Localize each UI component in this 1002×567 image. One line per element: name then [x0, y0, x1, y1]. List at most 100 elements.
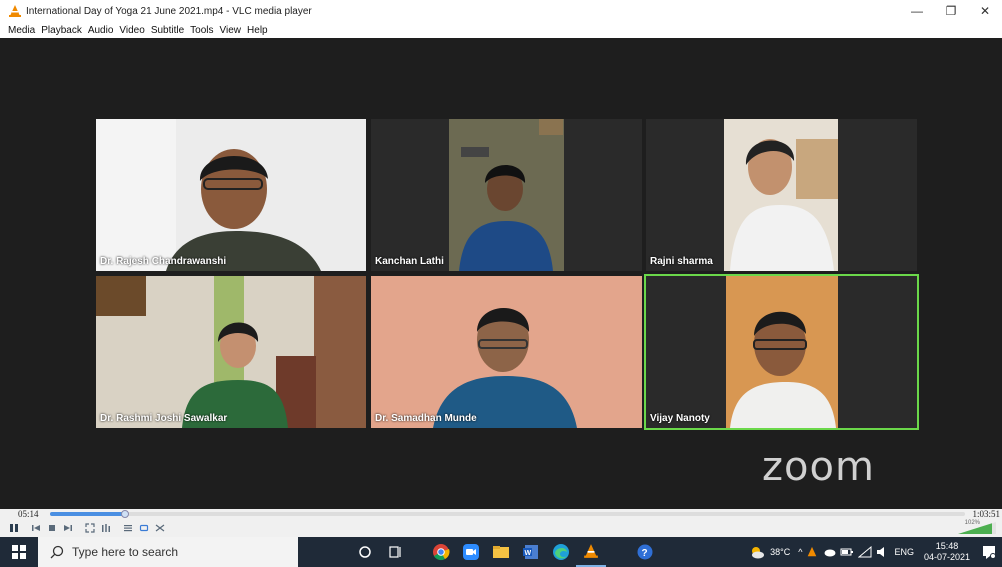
playlist-icon: [124, 525, 132, 532]
battery-icon[interactable]: [840, 546, 854, 558]
previous-icon: [32, 525, 40, 531]
show-hidden-icons-button[interactable]: ^: [798, 547, 802, 557]
weather-temp[interactable]: 38°C: [770, 547, 790, 557]
participant-video: [96, 276, 366, 428]
menu-playback[interactable]: Playback: [41, 25, 82, 36]
start-button[interactable]: [0, 537, 38, 567]
minimize-button[interactable]: —: [900, 0, 934, 22]
folder-icon: [493, 546, 509, 558]
window-title: International Day of Yoga 21 June 2021.m…: [26, 5, 312, 17]
vlc-tray-icon[interactable]: [806, 546, 818, 558]
participant-name: Rajni sharma: [650, 256, 713, 267]
participant-tile: Dr. Samadhan Munde: [371, 276, 642, 428]
participant-name: Dr. Samadhan Munde: [375, 413, 477, 424]
menu-tools[interactable]: Tools: [190, 25, 213, 36]
equalizer-icon: [102, 524, 110, 532]
zoom-watermark: zoom: [762, 444, 875, 490]
taskbar-help[interactable]: ?: [630, 537, 660, 567]
menu-view[interactable]: View: [220, 25, 242, 36]
seek-slider[interactable]: [50, 510, 965, 518]
weather-icon: [752, 547, 765, 559]
participant-tile: Kanchan Lathi: [371, 119, 642, 271]
shuffle-icon: [155, 524, 165, 532]
playback-controls: [0, 519, 1002, 537]
stop-icon: [49, 525, 55, 531]
taskbar-word[interactable]: W: [516, 537, 546, 567]
task-view-button[interactable]: [380, 537, 410, 567]
total-time: 1:03:51: [972, 509, 1000, 519]
taskbar-search[interactable]: Type here to search: [38, 537, 298, 567]
participant-video: [371, 119, 642, 271]
clock-time: 15:48: [935, 541, 959, 551]
windows-taskbar: Type here to search W ? 38°C ^ ENG 15:48…: [0, 537, 1002, 567]
menu-audio[interactable]: Audio: [88, 25, 114, 36]
extended-settings-button[interactable]: [100, 522, 112, 534]
windows-logo-icon: [12, 545, 26, 559]
pause-icon: [10, 524, 18, 532]
clock-date: 04-07-2021: [923, 552, 970, 562]
fullscreen-icon: [85, 523, 95, 533]
svg-text:?: ?: [642, 548, 648, 559]
title-bar: International Day of Yoga 21 June 2021.m…: [0, 0, 1002, 22]
taskbar-edge[interactable]: [546, 537, 576, 567]
participant-video: [371, 276, 642, 428]
input-language[interactable]: ENG: [894, 547, 914, 557]
participant-name: Dr. Rashmi Joshi Sawalkar: [100, 413, 228, 424]
notification-icon: [983, 546, 996, 559]
menu-video[interactable]: Video: [119, 25, 144, 36]
search-placeholder: Type here to search: [72, 545, 179, 559]
taskbar-file-explorer[interactable]: [486, 537, 516, 567]
menu-subtitle[interactable]: Subtitle: [151, 25, 184, 36]
seek-handle[interactable]: [121, 510, 130, 518]
speaker-icon[interactable]: [876, 546, 890, 558]
volume-slider[interactable]: [954, 520, 998, 536]
cortana-icon: [359, 546, 371, 558]
playlist-button[interactable]: [122, 522, 134, 534]
stop-button[interactable]: [46, 522, 58, 534]
taskbar-vlc[interactable]: [576, 537, 606, 567]
zoom-app-icon: [463, 544, 479, 560]
cortana-button[interactable]: [350, 537, 380, 567]
search-icon: [50, 545, 64, 559]
loop-icon: [139, 524, 149, 532]
menu-media[interactable]: Media: [8, 25, 35, 36]
participant-name: Dr. Rajesh Chandrawanshi: [100, 256, 227, 267]
next-button[interactable]: [62, 522, 74, 534]
maximize-button[interactable]: ❐: [934, 0, 968, 22]
participant-name: Vijay Nanoty: [650, 413, 710, 424]
participant-tile: Dr. Rajesh Chandrawanshi: [96, 119, 366, 271]
taskbar-chrome[interactable]: [426, 537, 456, 567]
next-icon: [64, 525, 72, 531]
video-area[interactable]: Dr. Rajesh Chandrawanshi Kanchan Lathi R…: [0, 38, 1002, 509]
fullscreen-button[interactable]: [84, 522, 96, 534]
system-tray: 38°C ^ ENG 15:48 04-07-2021: [748, 537, 1002, 567]
participant-tile-active: Vijay Nanoty: [644, 274, 919, 430]
participant-video: [646, 119, 917, 271]
help-icon: ?: [637, 544, 653, 560]
onedrive-icon[interactable]: [822, 546, 836, 558]
edge-icon: [553, 544, 569, 560]
seek-progress: [50, 512, 126, 516]
network-icon[interactable]: [858, 546, 872, 558]
shuffle-button[interactable]: [154, 522, 166, 534]
participant-tile: Rajni sharma: [646, 119, 917, 271]
vlc-window: International Day of Yoga 21 June 2021.m…: [0, 0, 1002, 567]
svg-text:W: W: [525, 550, 532, 557]
vlc-cone-icon: [584, 544, 598, 558]
menu-help[interactable]: Help: [247, 25, 268, 36]
elapsed-time: 05:14: [18, 509, 39, 519]
participant-video: [96, 119, 366, 271]
pause-button[interactable]: [8, 522, 20, 534]
vlc-cone-icon: [9, 5, 21, 17]
loop-button[interactable]: [138, 522, 150, 534]
task-view-icon: [389, 546, 401, 558]
close-button[interactable]: ✕: [968, 0, 1002, 22]
chrome-icon: [433, 544, 450, 561]
taskbar-zoom[interactable]: [456, 537, 486, 567]
participant-video: [646, 276, 917, 428]
menu-bar: Media Playback Audio Video Subtitle Tool…: [0, 22, 1002, 38]
system-clock[interactable]: 15:48 04-07-2021: [924, 541, 970, 563]
previous-button[interactable]: [30, 522, 42, 534]
word-icon: W: [523, 545, 538, 559]
notification-center-button[interactable]: [976, 537, 1002, 567]
